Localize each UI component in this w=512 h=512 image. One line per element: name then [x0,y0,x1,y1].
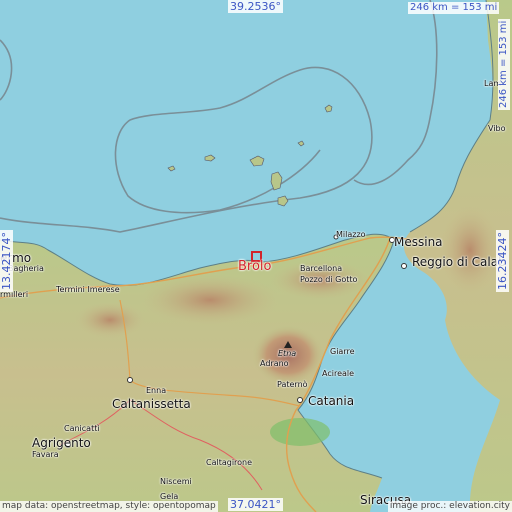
place-vibo: Vibo [488,124,506,133]
catania-plain [270,418,330,446]
place-rmilleri: rmilleri [0,290,29,299]
place-termini-imerese: Termini Imerese [56,285,120,294]
reggio-dot [401,263,407,269]
place-caltagirone: Caltagirone [206,458,253,467]
place-barcellona: Barcellona Pozzo di Gotto [300,264,358,284]
place-giarre: Giarre [330,347,355,356]
longitude-left-label: 13.42174° [0,230,13,292]
place-paterno: Paternò [277,380,308,389]
place-enna: Enna [146,386,167,395]
place-catania: Catania [308,394,355,408]
latitude-bottom-label: 37.0421° [228,498,283,511]
place-adrano: Adrano [260,359,289,368]
map-canvas[interactable]: ermo Bagheria rmilleri Termini Imerese B… [0,0,512,512]
place-etna: Etna [278,349,297,358]
nebrodi-relief [140,274,280,326]
place-reggio-calabria: Reggio di Calab [412,255,506,269]
place-caltanissetta: Caltanissetta [112,397,191,411]
longitude-right-label: 16.23424° [496,230,509,292]
scale-top-label: 246 km = 153 mi [408,2,500,14]
place-gela: Gela [160,492,179,501]
aspromonte-relief [440,205,500,295]
place-messina: Messina [394,235,443,249]
map-credit[interactable]: map data: openstreetmap, style: opentopo… [0,501,218,512]
place-canicatti: Canicattì [64,424,100,433]
catania-dot [297,397,303,403]
image-credit[interactable]: image proc.: elevation.city [387,501,512,512]
latitude-top-label: 39.2536° [228,0,283,13]
caltanissetta-dot [127,377,133,383]
place-bagheria: Bagheria [8,264,44,273]
place-milazzo: Milazzo [336,230,366,239]
scale-right-label: 246 km = 153 mi [498,18,510,110]
place-niscemi: Niscemi [160,477,192,486]
place-favara: Favara [32,450,59,459]
place-brolo[interactable]: Brolo [238,260,272,273]
place-acireale: Acireale [322,369,355,378]
place-agrigento: Agrigento [32,436,91,450]
madonie-relief [75,302,145,338]
